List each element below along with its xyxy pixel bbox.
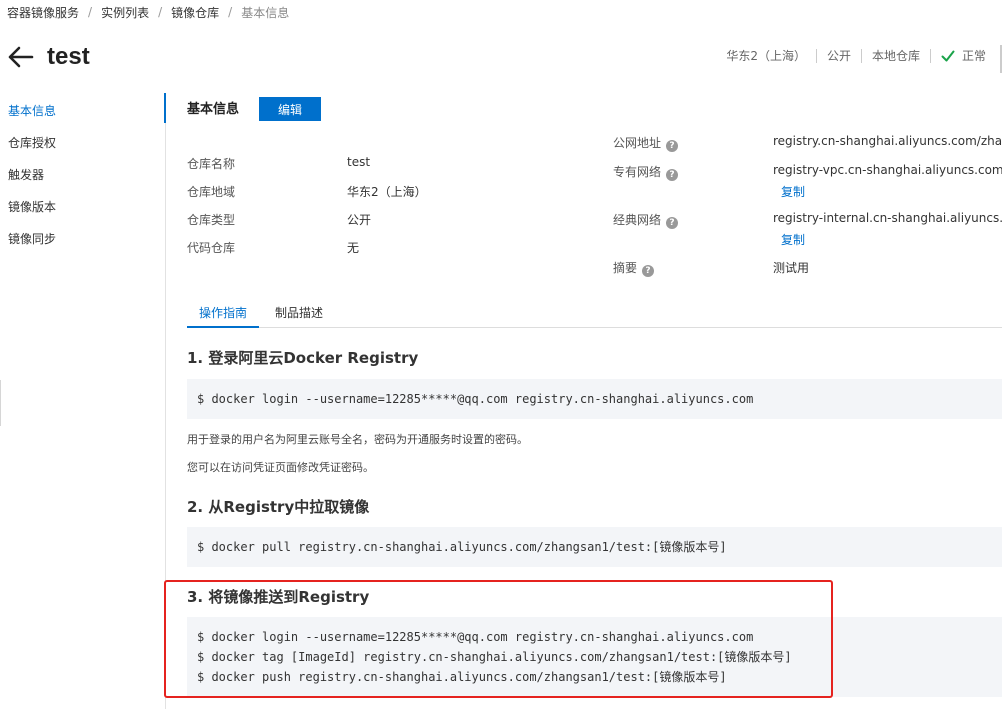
- field-public-address: 公网地址?: [613, 134, 679, 152]
- classic-address-value: registry-internal.cn-shanghai.aliyuncs.c…: [773, 211, 1002, 225]
- field-label: 仓库类型: [187, 213, 236, 227]
- breadcrumb: 容器镜像服务 / 实例列表 / 镜像仓库 / 基本信息: [7, 3, 289, 21]
- repo-visibility: 公开: [826, 49, 851, 63]
- field-label: 经典网络: [613, 213, 662, 227]
- copy-classic-link[interactable]: 复制: [781, 231, 805, 248]
- field-label: 公网地址: [613, 136, 662, 150]
- sidebar-item-basic-info[interactable]: 基本信息: [0, 96, 160, 128]
- help-icon[interactable]: ?: [642, 265, 655, 277]
- help-icon[interactable]: ?: [666, 169, 679, 181]
- credential-note: 您可以在访问凭证页面修改凭证密码。: [187, 461, 374, 474]
- collapse-handle[interactable]: [0, 380, 1, 426]
- field-repo-name: 仓库名称 test: [187, 155, 370, 172]
- breadcrumb-item-service[interactable]: 容器镜像服务: [7, 4, 79, 21]
- meta-divider: [929, 48, 931, 63]
- field-value: 公开: [347, 213, 372, 227]
- content-divider: [165, 93, 166, 709]
- meta-divider: [815, 48, 817, 63]
- repo-region: 华东2（上海）: [726, 49, 806, 63]
- code-block-login[interactable]: $ docker login --username=12285*****@qq.…: [187, 379, 1002, 419]
- code-block-push[interactable]: $ docker login --username=12285*****@qq.…: [187, 617, 1002, 697]
- field-label: 仓库地域: [187, 185, 236, 199]
- code-block-pull[interactable]: $ docker pull registry.cn-shanghai.aliyu…: [187, 527, 1002, 567]
- field-value: 华东2（上海）: [347, 185, 427, 199]
- sidebar-item-image-sync[interactable]: 镜像同步: [0, 224, 160, 256]
- step-3-title: 3. 将镜像推送到Registry: [187, 588, 370, 606]
- vpc-address-value: registry-vpc.cn-shanghai.aliyuncs.com/zh…: [773, 163, 1002, 177]
- breadcrumb-separator: /: [158, 5, 163, 19]
- code-line: $ docker login --username=12285*****@qq.…: [197, 630, 754, 644]
- field-label: 仓库名称: [187, 157, 236, 171]
- guide-tabs: 操作指南 制品描述: [187, 304, 1002, 328]
- login-username-note: 用于登录的用户名为阿里云账号全名，密码为开通服务时设置的密码。: [187, 433, 528, 446]
- help-icon[interactable]: ?: [666, 217, 679, 229]
- sidebar-item-image-versions[interactable]: 镜像版本: [0, 192, 160, 224]
- copy-vpc-link[interactable]: 复制: [781, 183, 805, 200]
- field-summary: 摘要?: [613, 259, 655, 277]
- field-repo-region: 仓库地域 华东2（上海）: [187, 183, 427, 200]
- side-nav: 基本信息 仓库授权 触发器 镜像版本 镜像同步: [0, 96, 160, 256]
- status-badge: 正常: [961, 49, 986, 63]
- breadcrumb-current: 基本信息: [241, 5, 290, 20]
- code-line: $ docker pull registry.cn-shanghai.aliyu…: [197, 540, 727, 554]
- code-line: $ docker tag [ImageId] registry.cn-shang…: [197, 650, 792, 664]
- section-title: 基本信息: [187, 102, 240, 117]
- page-title: test: [47, 43, 90, 70]
- check-icon: [941, 50, 955, 61]
- field-value: 无: [347, 241, 360, 255]
- edit-button[interactable]: 编辑: [259, 97, 321, 121]
- field-classic-address: 经典网络?: [613, 211, 679, 229]
- meta-divider: [860, 48, 862, 63]
- breadcrumb-item-instances[interactable]: 实例列表: [101, 4, 149, 21]
- tab-product-description[interactable]: 制品描述: [271, 304, 327, 328]
- breadcrumb-item-repos[interactable]: 镜像仓库: [171, 4, 219, 21]
- field-vpc-address: 专有网络?: [613, 163, 679, 181]
- code-line: $ docker push registry.cn-shanghai.aliyu…: [197, 670, 727, 684]
- field-code-repo: 代码仓库 无: [187, 239, 359, 256]
- field-label: 代码仓库: [187, 241, 236, 255]
- field-repo-type: 仓库类型 公开: [187, 211, 371, 228]
- breadcrumb-separator: /: [88, 5, 93, 19]
- breadcrumb-separator: /: [228, 5, 233, 19]
- field-label: 专有网络: [613, 165, 662, 179]
- sidebar-item-triggers[interactable]: 触发器: [0, 160, 160, 192]
- step-2-title: 2. 从Registry中拉取镜像: [187, 498, 370, 516]
- repo-meta: 华东2（上海） 公开 本地仓库 正常: [726, 47, 986, 64]
- field-label: 摘要: [613, 261, 638, 275]
- repo-type: 本地仓库: [871, 49, 920, 63]
- public-address-value: registry.cn-shanghai.aliyuncs.com/zhangs…: [773, 134, 1002, 148]
- step-1-title: 1. 登录阿里云Docker Registry: [187, 349, 419, 367]
- active-section-indicator: [164, 93, 166, 123]
- help-icon[interactable]: ?: [666, 140, 679, 152]
- summary-value: 测试用: [773, 261, 810, 275]
- page-header: test 华东2（上海） 公开 本地仓库 正常: [0, 38, 1002, 76]
- arrow-left-icon[interactable]: [6, 45, 34, 69]
- tab-operation-guide[interactable]: 操作指南: [187, 304, 259, 328]
- code-line: $ docker login --username=12285*****@qq.…: [197, 392, 754, 406]
- field-value: test: [347, 155, 371, 169]
- sidebar-item-authorization[interactable]: 仓库授权: [0, 128, 160, 160]
